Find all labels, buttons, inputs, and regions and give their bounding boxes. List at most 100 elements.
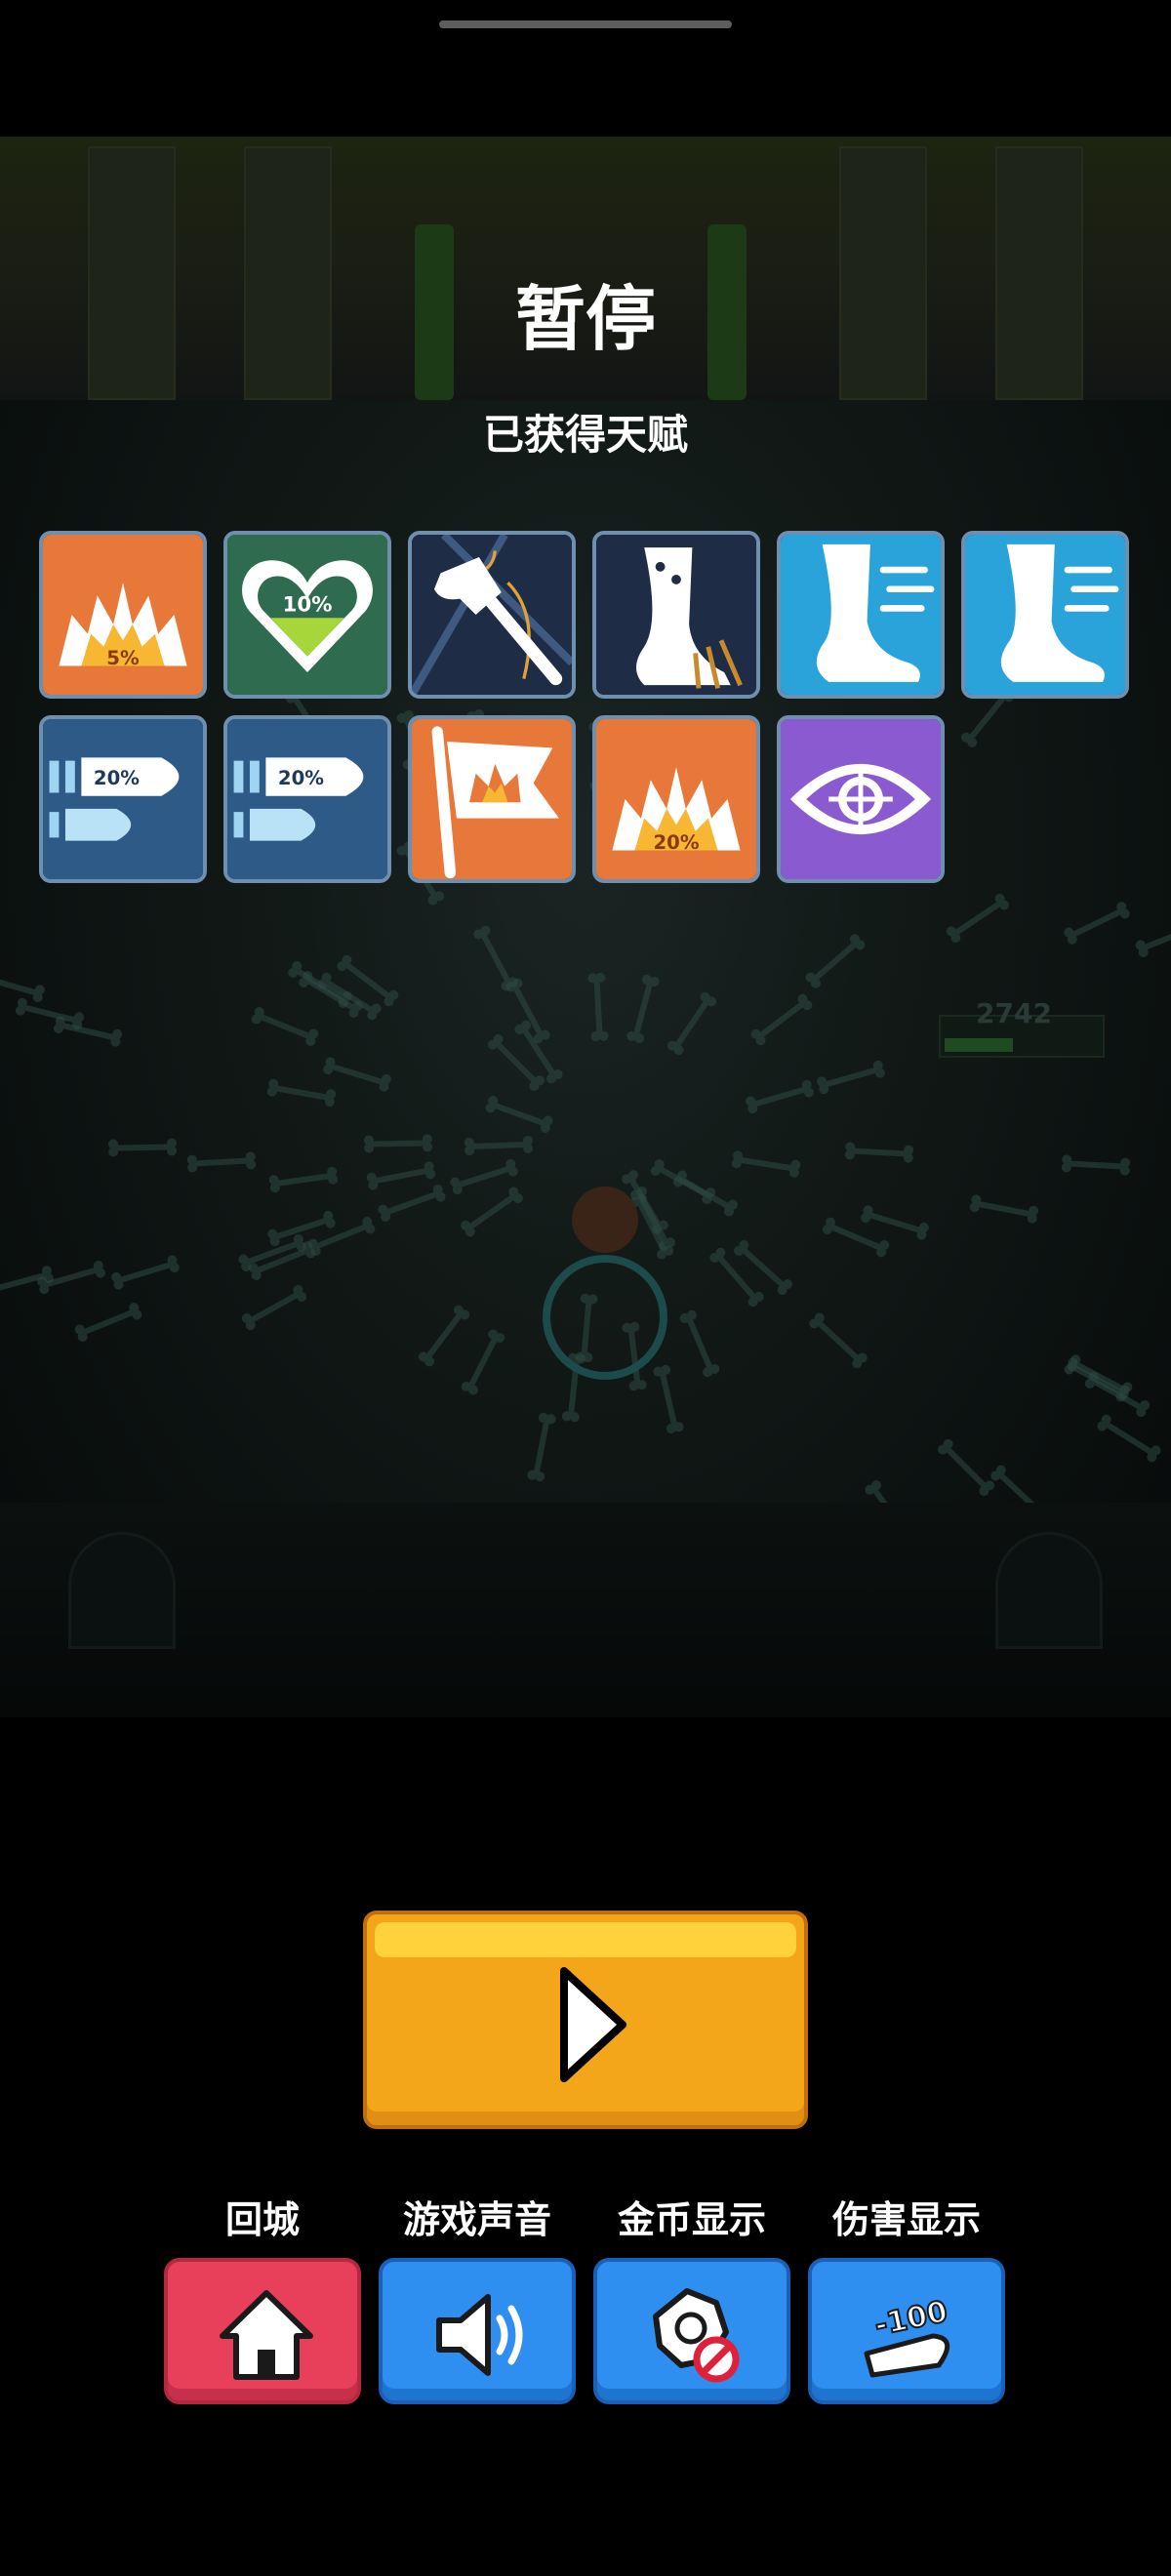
talent-bullet-20[interactable]: 20% xyxy=(223,715,391,883)
bone-projectile xyxy=(734,1239,792,1296)
damage-number-icon: -100 xyxy=(864,2294,951,2378)
bone-projectile xyxy=(750,993,813,1046)
bone-projectile xyxy=(861,1205,929,1240)
damage-display-label: 伤害显示 xyxy=(831,2198,981,2241)
game-sound-button[interactable] xyxy=(379,2258,576,2404)
bone-projectile xyxy=(653,1364,684,1434)
bone-projectile xyxy=(464,1135,534,1156)
bone-projectile xyxy=(450,1158,518,1195)
bone-projectile xyxy=(1064,902,1130,945)
coin-display-label: 金币显示 xyxy=(617,2198,766,2241)
bone-projectile xyxy=(1084,1371,1151,1418)
bone-projectile xyxy=(363,1134,433,1153)
bone-projectile xyxy=(587,972,609,1042)
bone-projectile xyxy=(969,1194,1039,1224)
talent-heal-10[interactable]: 10% xyxy=(223,531,391,699)
svg-text:5%: 5% xyxy=(106,647,140,669)
player-aura xyxy=(543,1255,667,1380)
bone-projectile xyxy=(805,934,866,988)
bone-projectile xyxy=(323,1057,391,1092)
enemy-hp-number: 2742 xyxy=(976,997,1052,1029)
bone-projectile xyxy=(575,1293,598,1363)
fast-foot-icon xyxy=(965,535,1125,695)
talent-explosion-5[interactable]: 5% xyxy=(39,531,207,699)
talent-fast-foot[interactable] xyxy=(777,531,945,699)
explosion-icon: 20% xyxy=(596,719,756,879)
bone-projectile xyxy=(485,1095,553,1134)
bone-projectile xyxy=(266,1078,337,1107)
bone-projectile xyxy=(15,997,85,1030)
bone-projectile xyxy=(809,1312,868,1369)
svg-text:20%: 20% xyxy=(278,767,324,789)
target-eye-icon xyxy=(781,719,941,879)
bone-projectile xyxy=(74,1303,142,1342)
bone-projectile xyxy=(186,1151,257,1173)
bone-projectile xyxy=(461,1329,505,1395)
heart-heal-icon: 10% xyxy=(227,535,387,695)
coin-display-toggle[interactable] xyxy=(593,2258,790,2404)
bone-projectile xyxy=(418,1305,470,1367)
bone-projectile xyxy=(111,1255,180,1290)
svg-text:20%: 20% xyxy=(94,767,140,789)
bone-projectile xyxy=(817,1060,885,1095)
talent-axe[interactable] xyxy=(408,531,576,699)
bone-projectile xyxy=(822,1217,890,1258)
talent-explosion-20[interactable]: 20% xyxy=(592,715,760,883)
talent-fast-foot[interactable] xyxy=(961,531,1129,699)
damage-display-toggle[interactable]: -100 xyxy=(808,2258,1005,2404)
pause-title: 暂停 xyxy=(514,278,656,360)
bone-projectile xyxy=(679,1309,720,1378)
bone-projectile xyxy=(1061,1154,1131,1176)
bone-projectile xyxy=(626,974,660,1044)
explosion-flag-icon xyxy=(412,719,572,879)
svg-text:20%: 20% xyxy=(653,831,699,854)
bone-projectile xyxy=(666,991,717,1056)
axe-icon xyxy=(412,535,572,695)
bone-projectile xyxy=(268,1166,339,1193)
bone-projectile xyxy=(0,1266,55,1293)
talent-bullet-20[interactable]: 20% xyxy=(39,715,207,883)
bone-projectile xyxy=(746,1079,814,1114)
bone-projectile xyxy=(0,975,45,1003)
bone-projectile xyxy=(731,1150,801,1178)
resume-play-button[interactable] xyxy=(363,1911,808,2129)
play-icon xyxy=(560,1967,626,2082)
return-town-label: 回城 xyxy=(224,2198,300,2241)
bullet-icon: 20% xyxy=(43,719,203,879)
bone-projectile xyxy=(1067,1354,1133,1399)
bone-projectile xyxy=(673,1170,738,1217)
speaker-icon xyxy=(436,2294,523,2376)
bone-projectile xyxy=(473,925,518,991)
background-arch xyxy=(68,1532,176,1649)
bone-projectile xyxy=(937,1438,995,1497)
explosion-icon: 5% xyxy=(43,535,203,695)
bone-projectiles xyxy=(0,601,1171,1543)
bone-projectile xyxy=(366,1161,436,1190)
fast-foot-icon xyxy=(781,535,941,695)
game-sound-label: 游戏声音 xyxy=(402,2198,551,2241)
bone-projectile xyxy=(844,1142,914,1163)
home-icon xyxy=(220,2290,313,2380)
bone-projectile xyxy=(461,1187,523,1237)
bone-projectile xyxy=(107,1138,178,1157)
return-town-button[interactable] xyxy=(164,2258,361,2404)
svg-text:10%: 10% xyxy=(282,593,332,618)
talent-explosion-flag[interactable] xyxy=(408,715,576,883)
bullet-icon: 20% xyxy=(227,719,387,879)
bone-projectile xyxy=(946,893,1010,944)
bone-projectile xyxy=(527,1412,556,1482)
bone-projectile xyxy=(378,1184,446,1223)
coin-hidden-icon xyxy=(653,2288,740,2383)
game-background xyxy=(0,137,1171,1717)
player-character xyxy=(572,1187,638,1253)
bone-projectile xyxy=(251,1007,319,1046)
talent-target-eye[interactable] xyxy=(777,715,945,883)
talent-bone-foot[interactable] xyxy=(592,531,760,699)
bone-projectile xyxy=(1135,924,1171,957)
bone-projectile xyxy=(241,1284,307,1331)
bone-projectile xyxy=(1097,1414,1161,1463)
talents-subtitle: 已获得天赋 xyxy=(482,411,688,459)
bone-foot-icon xyxy=(596,535,756,695)
home-indicator[interactable] xyxy=(439,20,732,28)
background-arch xyxy=(995,1532,1103,1649)
